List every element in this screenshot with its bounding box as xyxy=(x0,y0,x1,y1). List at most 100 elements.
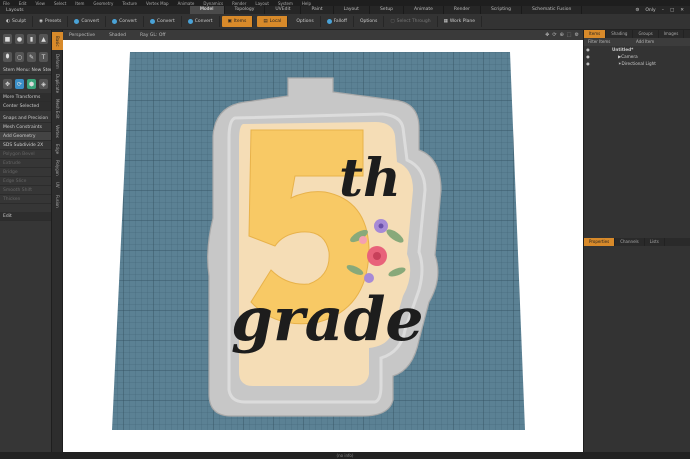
menu-system[interactable]: System xyxy=(278,1,293,6)
tab-lists[interactable]: Lists xyxy=(645,238,665,246)
only-toggle[interactable]: Only xyxy=(645,8,655,13)
maximize-view-icon[interactable]: ⬚ xyxy=(567,32,572,38)
tab-channels[interactable]: Channels xyxy=(615,238,645,246)
select-through-button[interactable]: ▢ Select Through xyxy=(384,16,438,27)
eye-icon[interactable]: ● xyxy=(584,46,592,53)
rotate-icon[interactable]: ⟳ xyxy=(15,79,24,89)
tab-schematic-fusion[interactable]: Schematic Fusion xyxy=(522,6,583,14)
sds-subdivide-button[interactable]: SDS Subdivide 2X xyxy=(0,141,51,150)
more-transforms-dropdown[interactable]: More Transforms xyxy=(0,93,51,102)
menu-vertex-map[interactable]: Vertex Map xyxy=(146,1,169,6)
vtab-polygon[interactable]: Polygon xyxy=(52,158,63,178)
menu-edit[interactable]: Edit xyxy=(19,1,27,6)
tab-paint[interactable]: Paint xyxy=(301,6,334,14)
menu-help[interactable]: Help xyxy=(302,1,311,6)
mesh-constraints-item[interactable]: Mesh Constraints xyxy=(0,123,51,132)
convert-button-4[interactable]: Convert xyxy=(182,16,220,27)
convert-button-2[interactable]: Convert xyxy=(106,16,144,27)
move-view-icon[interactable]: ✥ xyxy=(545,32,549,38)
tab-animate[interactable]: Animate xyxy=(404,6,444,14)
convert-button-1[interactable]: Convert xyxy=(68,16,107,27)
add-item-button[interactable]: Add Item xyxy=(632,38,654,46)
cube-icon[interactable]: ■ xyxy=(3,34,12,44)
presets-button[interactable]: ◉ Presets xyxy=(33,16,69,27)
filter-items-field[interactable]: Filter Items xyxy=(584,38,632,46)
menu-render[interactable]: Render xyxy=(232,1,246,6)
menu-item[interactable]: Item xyxy=(75,1,84,6)
menu-view[interactable]: View xyxy=(35,1,45,6)
vtab-duplicate[interactable]: Duplicate xyxy=(52,72,63,96)
tab-shading[interactable]: Shading xyxy=(606,30,634,38)
tab-groups[interactable]: Groups xyxy=(633,30,659,38)
zoom-view-icon[interactable]: ⊕ xyxy=(560,32,564,38)
torus-icon[interactable]: ○ xyxy=(15,52,24,62)
ray-gl-dropdown[interactable]: Ray GL: Off xyxy=(140,33,165,38)
text-icon[interactable]: T xyxy=(39,52,48,62)
smooth-shift-button[interactable]: Smooth Shift xyxy=(0,186,51,195)
close-icon[interactable]: ✕ xyxy=(680,8,684,13)
tab-topology[interactable]: Topology xyxy=(225,6,266,14)
tab-model[interactable]: Model xyxy=(190,6,225,14)
convert-button-3[interactable]: Convert xyxy=(144,16,182,27)
menu-file[interactable]: File xyxy=(3,1,10,6)
shaded-dropdown[interactable]: Shaded xyxy=(109,33,126,38)
vtab-vertex[interactable]: Vertex xyxy=(52,122,63,140)
edge-slice-button[interactable]: Edge Slice xyxy=(0,177,51,186)
minimize-icon[interactable]: – xyxy=(662,8,664,13)
vtab-deform[interactable]: Deform xyxy=(52,52,63,70)
cylinder-icon[interactable]: ▮ xyxy=(27,34,36,44)
menu-texture[interactable]: Texture xyxy=(122,1,137,6)
bridge-button[interactable]: Bridge xyxy=(0,168,51,177)
options-button-1[interactable]: Options xyxy=(290,16,321,27)
3d-viewport[interactable]: Perspective Shaded Ray GL: Off ✥ ⟳ ⊕ ⬚ ⚙ xyxy=(63,30,583,452)
vtab-uv[interactable]: UV xyxy=(52,180,63,190)
scale-icon[interactable]: ⬢ xyxy=(27,79,36,89)
perspective-dropdown[interactable]: Perspective xyxy=(69,33,95,38)
polygon-bevel-button[interactable]: Polygon Bevel xyxy=(0,150,51,159)
sphere-icon[interactable]: ● xyxy=(15,34,24,44)
snaps-precision-item[interactable]: Snaps and Precision xyxy=(0,114,51,123)
tab-layout[interactable]: Layout xyxy=(334,6,370,14)
items-mode-button[interactable]: ▣ Items xyxy=(221,16,254,27)
tab-properties[interactable]: Properties xyxy=(584,238,616,246)
tab-uvedit[interactable]: UVEdit xyxy=(265,6,302,14)
eye-icon[interactable]: ● xyxy=(584,60,592,67)
pen-icon[interactable]: ✎ xyxy=(27,52,36,62)
vtab-edge[interactable]: Edge xyxy=(52,142,63,156)
tab-scripting[interactable]: Scripting xyxy=(481,6,522,14)
center-selected-dropdown[interactable]: Center Selected xyxy=(0,102,51,111)
menu-geometry[interactable]: Geometry xyxy=(93,1,113,6)
vtab-fusion[interactable]: Fusion xyxy=(52,192,63,210)
thicken-button[interactable]: Thicken xyxy=(0,195,51,204)
maximize-icon[interactable]: □ xyxy=(670,8,674,13)
tab-items[interactable]: Items xyxy=(584,30,607,38)
list-item-camera[interactable]: ● ▶ Camera xyxy=(584,53,690,60)
gear-icon[interactable]: ⚙ xyxy=(635,8,639,13)
edit-dropdown[interactable]: Edit xyxy=(0,212,51,221)
capsule-icon[interactable]: ⬮ xyxy=(3,52,12,62)
options-button-2[interactable]: Options xyxy=(354,16,385,27)
layouts-label[interactable]: Layouts xyxy=(0,8,190,13)
falloff-button[interactable]: Falloff xyxy=(321,16,354,27)
sculpt-button[interactable]: ◐ Sculpt xyxy=(0,16,33,27)
menu-animate[interactable]: Animate xyxy=(178,1,195,6)
list-item-scene[interactable]: ● Untitled* xyxy=(584,46,690,53)
list-item-light[interactable]: ● ✶ Directional Light xyxy=(584,60,690,67)
menu-layout[interactable]: Layout xyxy=(255,1,269,6)
move-icon[interactable]: ✥ xyxy=(3,79,12,89)
settings-view-icon[interactable]: ⚙ xyxy=(575,32,579,38)
work-plane-button[interactable]: ▦ Work Plane xyxy=(438,16,483,27)
menu-dynamics[interactable]: Dynamics xyxy=(203,1,223,6)
tab-images[interactable]: Images xyxy=(659,30,685,38)
eye-icon[interactable]: ● xyxy=(584,53,592,60)
extrude-button[interactable]: Extrude xyxy=(0,159,51,168)
stem-menu-dropdown[interactable]: Stem Menu: New Stem xyxy=(0,66,51,75)
add-geometry-header[interactable]: Add Geometry xyxy=(0,132,51,141)
transform-icon[interactable]: ◈ xyxy=(39,79,48,89)
tab-render[interactable]: Render xyxy=(444,6,481,14)
menu-select[interactable]: Select xyxy=(54,1,66,6)
rotate-view-icon[interactable]: ⟳ xyxy=(552,32,556,38)
local-button[interactable]: ▤ Local xyxy=(257,16,289,27)
vtab-basic[interactable]: Basic xyxy=(52,32,63,50)
tab-setup[interactable]: Setup xyxy=(370,6,405,14)
